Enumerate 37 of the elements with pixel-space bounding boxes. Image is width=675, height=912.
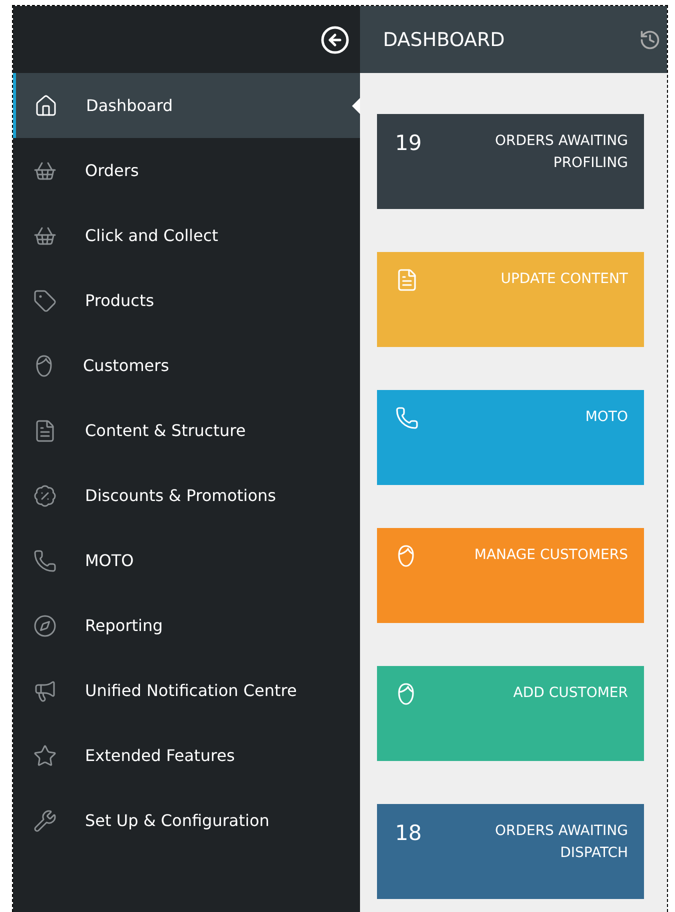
sidebar-item[interactable]: Content & Structure [13, 398, 360, 463]
star-icon [33, 744, 57, 768]
sidebar-item[interactable]: MOTO [13, 528, 360, 593]
sidebar-item[interactable]: Customers [13, 333, 360, 398]
head-icon [395, 682, 417, 706]
discount-icon [33, 484, 57, 508]
sidebar-item[interactable]: Discounts & Promotions [13, 463, 360, 528]
sidebar-item[interactable]: Extended Features [13, 723, 360, 788]
card-count: 18 [395, 820, 422, 846]
document-icon [395, 268, 419, 292]
wrench-icon [33, 808, 57, 832]
tile-label: ORDERS AWAITING PROFILING [494, 132, 628, 173]
sidebar-item[interactable]: Orders [13, 138, 360, 203]
head-icon [395, 544, 417, 568]
tag-icon [33, 288, 57, 312]
sidebar-item[interactable]: Click and Collect [13, 203, 360, 268]
page-title: DASHBOARD [383, 28, 505, 50]
collapse-button[interactable] [320, 24, 350, 54]
dashboard-tile[interactable]: 18 ORDERS AWAITING DISPATCH [377, 804, 644, 899]
tile-label: UPDATE CONTENT [500, 270, 628, 289]
sidebar-item[interactable]: Set Up & Configuration [13, 788, 360, 853]
phone-icon [33, 548, 57, 572]
phone-icon [395, 406, 419, 430]
sidebar-item[interactable]: Unified Notification Centre [13, 658, 360, 723]
compass-icon [33, 614, 57, 638]
card-count: 19 [395, 130, 422, 156]
sidebar-item[interactable]: Products [13, 268, 360, 333]
history-icon[interactable] [639, 28, 661, 50]
megaphone-icon [33, 678, 57, 702]
tile-label: MANAGE CUSTOMERS [474, 546, 628, 565]
home-icon [34, 94, 58, 118]
dashboard-tile[interactable]: 19 ORDERS AWAITING PROFILING [377, 114, 644, 209]
tile-label: ADD CUSTOMER [513, 684, 628, 703]
sidebar-item[interactable]: Dashboard [13, 73, 360, 138]
tile-label: ORDERS AWAITING DISPATCH [494, 822, 628, 863]
tile-label: MOTO [585, 408, 628, 427]
sidebar-item[interactable]: Reporting [13, 593, 360, 658]
